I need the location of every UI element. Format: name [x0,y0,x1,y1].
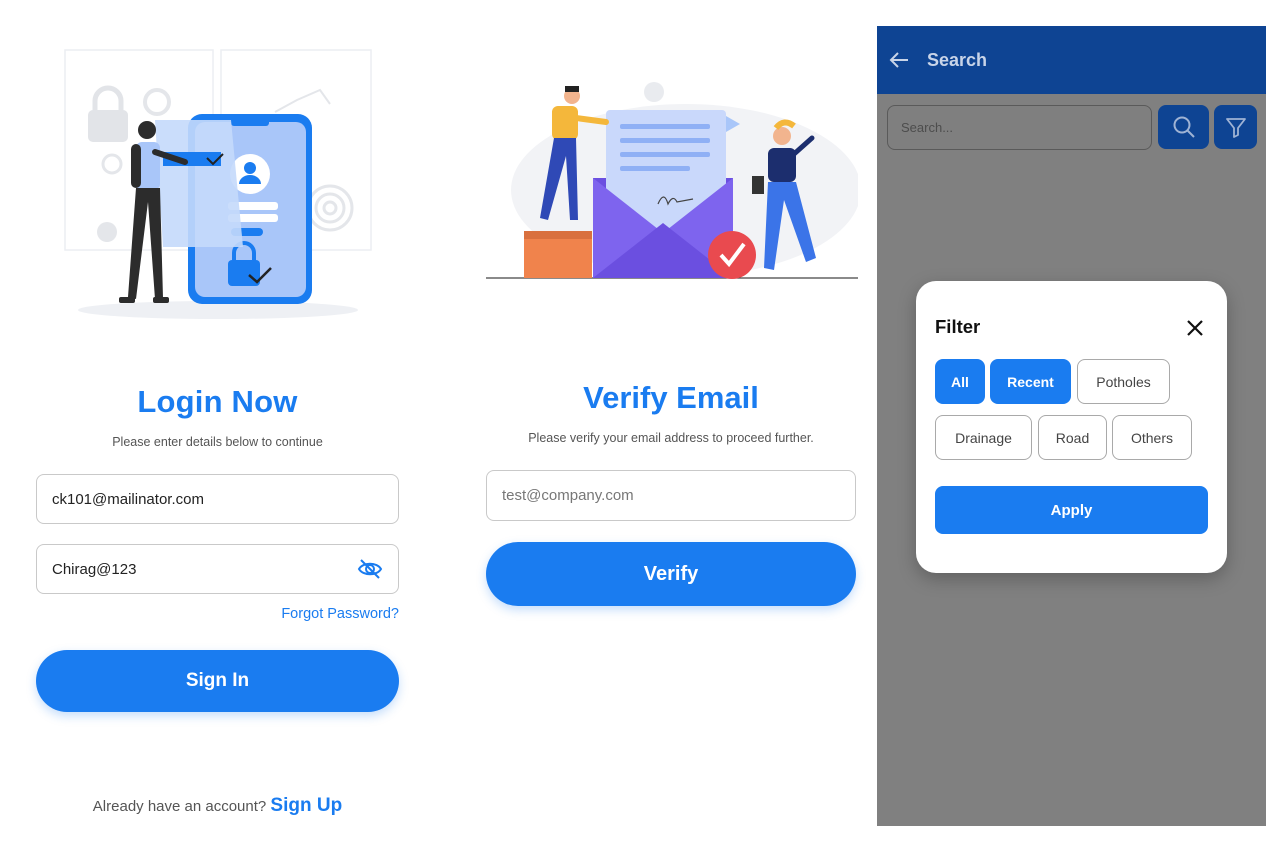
password-value: Chirag@123 [52,560,137,578]
verify-email-placeholder: test@company.com [502,487,634,504]
filter-button[interactable] [1214,105,1257,149]
app-bar-title: Search [927,49,988,70]
sign-up-link[interactable]: Sign Up [270,795,342,816]
signup-prompt: Already have an account? [92,798,267,815]
app-bar: Search [877,26,1266,94]
email-value: ck101@mailinator.com [52,490,204,508]
chip-road[interactable]: Road [1038,415,1107,460]
search-input[interactable]: Search... [887,105,1152,150]
back-arrow-icon[interactable] [889,51,909,69]
filter-title: Filter [935,316,981,337]
chip-potholes[interactable]: Potholes [1077,359,1170,404]
search-icon [1173,116,1195,138]
close-icon[interactable] [1184,317,1206,339]
filter-dialog: Filter All Recent Potholes Drainage Road… [916,281,1227,573]
login-subtitle: Please enter details below to continue [112,435,323,449]
filter-icon [1225,118,1246,138]
eye-off-icon[interactable] [357,557,383,581]
search-screen: Search Search... Filter All Recent Potho… [877,26,1266,826]
signup-row: Already have an account? Sign Up [36,795,399,817]
apply-button[interactable]: Apply [935,486,1208,534]
chip-recent[interactable]: Recent [990,359,1071,404]
email-field[interactable]: ck101@mailinator.com [36,474,399,524]
verify-email-illustration [486,82,858,279]
search-button[interactable] [1158,105,1209,149]
verify-title: Verify Email [583,380,759,415]
verify-subtitle: Please verify your email address to proc… [528,431,814,445]
verify-button[interactable]: Verify [486,542,856,606]
forgot-password-link[interactable]: Forgot Password? [200,606,399,622]
chip-all[interactable]: All [935,359,985,404]
search-placeholder: Search... [901,120,954,135]
login-title: Login Now [137,384,298,419]
login-illustration [64,49,372,319]
password-field[interactable]: Chirag@123 [36,544,399,594]
chip-others[interactable]: Others [1112,415,1192,460]
sign-in-button[interactable]: Sign In [36,650,399,712]
verify-email-field[interactable]: test@company.com [486,470,856,521]
chip-drainage[interactable]: Drainage [935,415,1032,460]
